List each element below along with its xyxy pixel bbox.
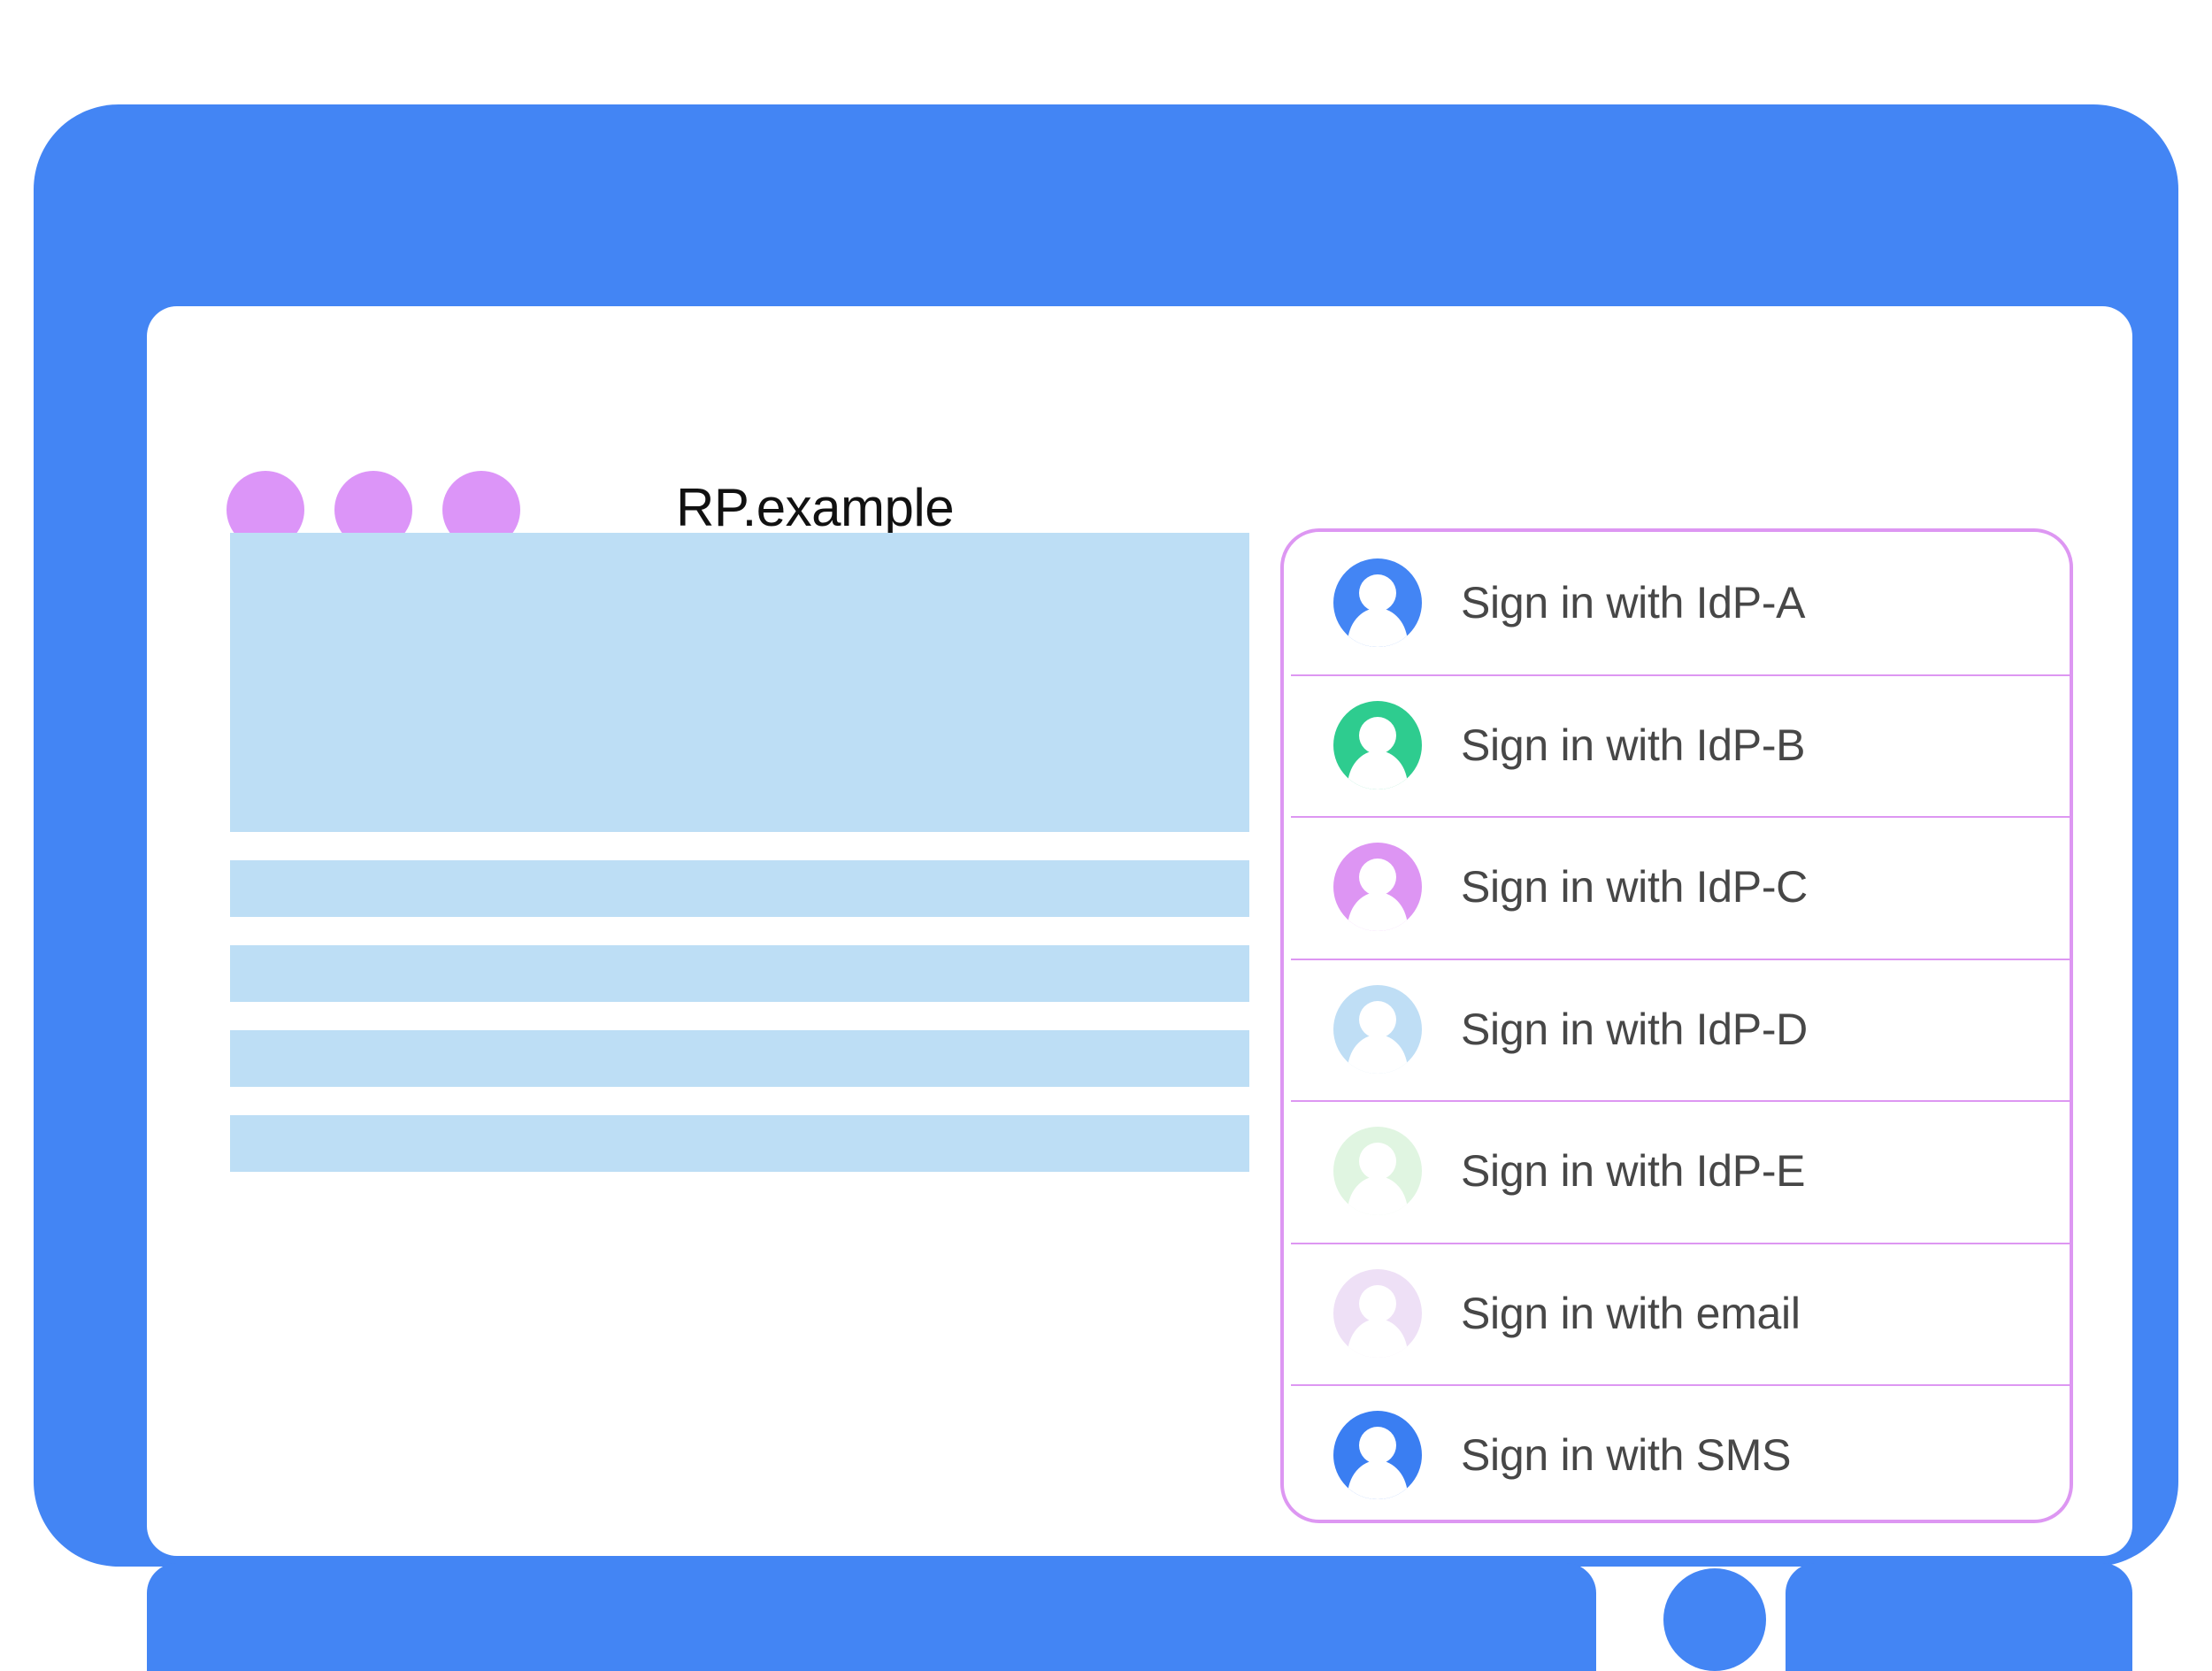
device-frame: RP.example Sign in with IdP-A Sign in wit… <box>34 104 2178 1671</box>
content-placeholder-4 <box>230 1030 1249 1087</box>
signin-row-4[interactable]: Sign in with IdP-D <box>1284 958 2070 1101</box>
avatar-icon <box>1333 1411 1422 1500</box>
content-placeholder-3 <box>230 945 1249 1002</box>
home-button[interactable] <box>1663 1568 1766 1671</box>
signin-row-3[interactable]: Sign in with IdP-C <box>1284 816 2070 959</box>
device-chin-left <box>147 1563 1596 1671</box>
avatar-icon <box>1333 558 1422 648</box>
signin-row-1[interactable]: Sign in with IdP-A <box>1284 532 2070 674</box>
avatar-icon <box>1333 1268 1422 1358</box>
signin-row-label: Sign in with IdP-B <box>1461 720 1806 770</box>
signin-row-label: Sign in with IdP-A <box>1461 578 1806 628</box>
avatar-icon <box>1333 700 1422 789</box>
signin-row-label: Sign in with IdP-E <box>1461 1146 1806 1197</box>
signin-row-7[interactable]: Sign in with SMS <box>1284 1384 2070 1520</box>
signin-row-label: Sign in with email <box>1461 1288 1801 1338</box>
signin-panel: Sign in with IdP-A Sign in with IdP-B Sign… <box>1280 528 2073 1523</box>
signin-row-label: Sign in with IdP-C <box>1461 862 1808 913</box>
content-placeholder-2 <box>230 860 1249 917</box>
avatar-icon <box>1333 843 1422 932</box>
device-chin-right <box>1786 1563 2132 1671</box>
signin-row-2[interactable]: Sign in with IdP-B <box>1284 674 2070 817</box>
browser-window: RP.example Sign in with IdP-A Sign in wit… <box>147 306 2132 1556</box>
content-placeholder-1 <box>230 533 1249 832</box>
signin-row-5[interactable]: Sign in with IdP-E <box>1284 1100 2070 1243</box>
content-placeholder-5 <box>230 1115 1249 1172</box>
window-header: RP.example <box>147 306 2132 549</box>
content-placeholder-column <box>230 533 1249 1200</box>
signin-row-6[interactable]: Sign in with email <box>1284 1242 2070 1385</box>
avatar-icon <box>1333 1127 1422 1216</box>
avatar-icon <box>1333 984 1422 1074</box>
signin-row-label: Sign in with IdP-D <box>1461 1004 1808 1054</box>
signin-row-label: Sign in with SMS <box>1461 1430 1792 1481</box>
